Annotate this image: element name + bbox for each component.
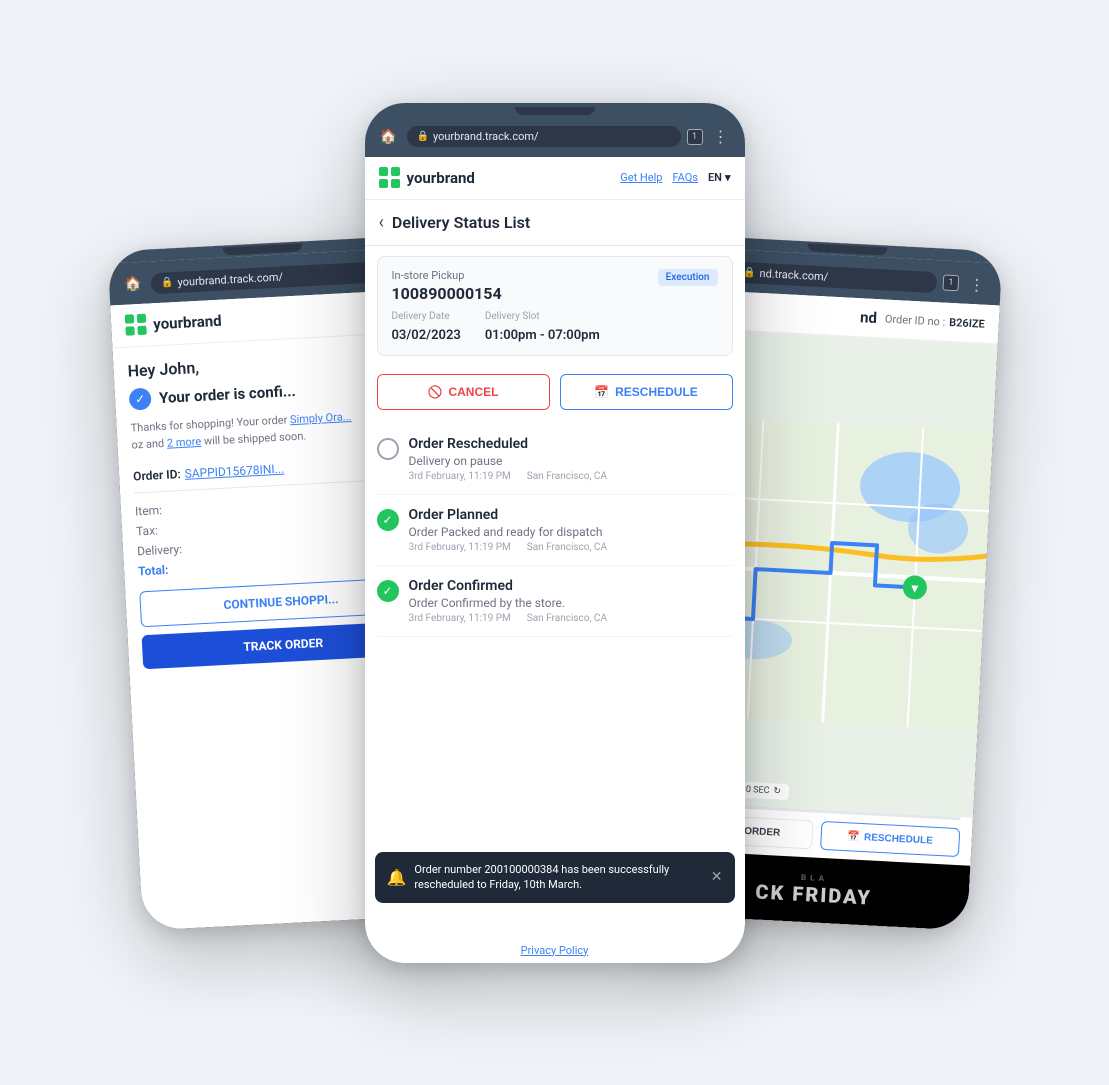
lang-text: EN (708, 171, 722, 184)
right-brand-name: nd (859, 308, 877, 327)
center-lock-icon: 🔒 (417, 131, 429, 142)
center-faqs-link[interactable]: FAQs (672, 171, 698, 184)
delivery-slot-label: Delivery Slot (485, 311, 600, 322)
center-brand-name: yourbrand (407, 169, 475, 187)
toast-close-button[interactable]: ✕ (711, 869, 723, 885)
confirmed-text: Your order is confi... (158, 381, 296, 406)
tax-label: Tax: (135, 523, 158, 538)
toast-message: Order number 200100000384 has been succe… (414, 862, 702, 893)
status-item-rescheduled: Order Rescheduled Delivery on pause 3rd … (377, 424, 733, 495)
status-item-confirmed: ✓ Order Confirmed Order Confirmed by the… (377, 566, 733, 637)
lock-icon: 🔒 (160, 276, 173, 288)
right-reschedule-button[interactable]: 📅 RESCHEDULE (820, 820, 960, 856)
item-label: Item: (134, 503, 162, 518)
status-desc-confirmed: Order Confirmed by the store. (409, 596, 607, 610)
url-display: yourbrand.track.com/ (177, 269, 283, 288)
privacy-policy-link[interactable]: Privacy Policy (365, 938, 745, 963)
center-url-display: yourbrand.track.com/ (433, 130, 539, 143)
status-item-planned: ✓ Order Planned Order Packed and ready f… (377, 495, 733, 566)
status-desc-planned: Order Packed and ready for dispatch (409, 525, 607, 539)
status-icon-planned: ✓ (377, 509, 399, 531)
center-home-icon[interactable]: 🏠 (377, 125, 401, 149)
pickup-label: In-store Pickup (392, 269, 502, 282)
delivery-date-label: Delivery Date (392, 311, 461, 322)
refresh-icon[interactable]: ↻ (773, 786, 781, 796)
status-icon-confirmed: ✓ (377, 580, 399, 602)
order-id-value[interactable]: SAPPID15678INI... (184, 461, 284, 480)
status-title-planned: Order Planned (409, 507, 607, 523)
status-loc-planned: San Francisco, CA (527, 542, 607, 553)
delivery-card: In-store Pickup 100890000154 Execution D… (377, 256, 733, 356)
center-get-help-link[interactable]: Get Help (620, 171, 662, 184)
toast-notification: 🔔 Order number 200100000384 has been suc… (375, 852, 735, 903)
status-desc-rescheduled: Delivery on pause (409, 454, 607, 468)
center-phone: 🏠 🔒 yourbrand.track.com/ 1 ⋮ (365, 103, 745, 963)
delivery-slot-value: 01:00pm - 07:00pm (485, 328, 600, 343)
order-id-label-right: Order ID no : (884, 312, 945, 328)
right-url-display: nd.track.com/ (759, 266, 828, 283)
status-loc-rescheduled: San Francisco, CA (527, 471, 607, 482)
total-label: Total: (137, 562, 168, 578)
tab-badge[interactable]: 1 (687, 129, 703, 145)
status-loc-confirmed: San Francisco, CA (527, 613, 607, 624)
confirmed-icon: ✓ (128, 387, 151, 410)
right-menu-dots-icon[interactable]: ⋮ (964, 274, 989, 294)
menu-dots-icon[interactable]: ⋮ (709, 127, 733, 146)
status-time-confirmed: 3rd February, 11:19 PM (409, 613, 511, 624)
cancel-icon: 🚫 (428, 385, 443, 399)
execution-badge: Execution (658, 269, 718, 286)
calendar-icon: 📅 (594, 385, 609, 399)
delivery-status-title: Delivery Status List (392, 213, 530, 232)
status-title-confirmed: Order Confirmed (409, 578, 607, 594)
status-title-rescheduled: Order Rescheduled (409, 436, 607, 452)
center-brand-logo: yourbrand (379, 167, 475, 189)
lang-selector[interactable]: EN ▾ (708, 171, 731, 184)
status-time-planned: 3rd February, 11:19 PM (409, 542, 511, 553)
cancel-button[interactable]: 🚫 CANCEL (377, 374, 550, 410)
home-icon[interactable]: 🏠 (120, 271, 145, 296)
back-arrow-icon[interactable]: ‹ (379, 212, 384, 233)
brand-logo: yourbrand (124, 309, 221, 336)
right-calendar-icon: 📅 (847, 831, 860, 843)
order-id-value-right: B26IZE (948, 315, 984, 330)
status-time-rescheduled: 3rd February, 11:19 PM (409, 471, 511, 482)
reschedule-button[interactable]: 📅 RESCHEDULE (560, 374, 733, 410)
right-tab-badge[interactable]: 1 (942, 274, 959, 291)
status-icon-rescheduled (377, 438, 399, 460)
order-id-label: Order ID: (132, 467, 180, 483)
svg-text:▼: ▼ (908, 581, 921, 596)
brand-name: yourbrand (152, 311, 221, 333)
delivery-label: Delivery: (136, 542, 182, 558)
delivery-date-value: 03/02/2023 (392, 328, 461, 343)
chevron-down-icon: ▾ (725, 171, 731, 184)
bell-icon: 🔔 (387, 868, 407, 887)
order-number: 100890000154 (392, 284, 502, 303)
